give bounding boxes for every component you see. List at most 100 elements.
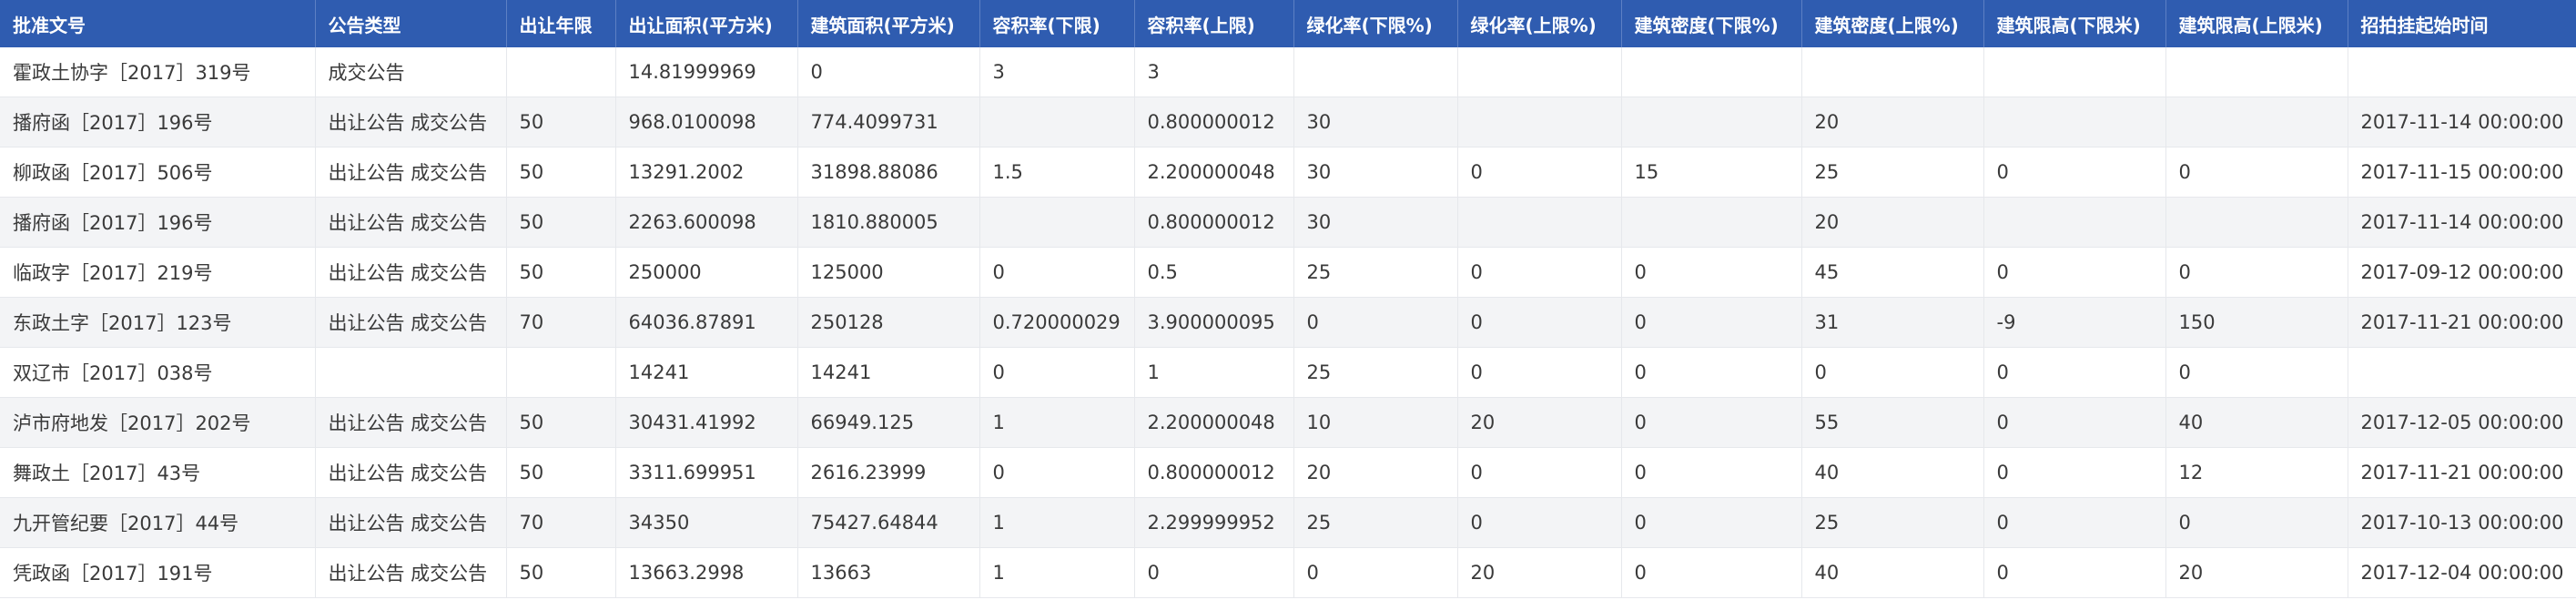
table-cell: 250128 — [797, 297, 980, 348]
table-cell: 64036.87891 — [615, 297, 798, 348]
table-cell: 出让公告 成交公告 — [315, 197, 507, 248]
table-cell: 0.800000012 — [1134, 447, 1294, 498]
column-header[interactable]: 建筑限高(下限米) — [1983, 0, 2166, 47]
table-cell — [1457, 197, 1622, 248]
table-cell: 2017-11-14 00:00:00 — [2348, 197, 2576, 248]
table-cell — [1983, 47, 2166, 97]
table-cell: 150 — [2165, 297, 2348, 348]
table-cell: 40 — [2165, 397, 2348, 448]
table-cell: 0 — [1983, 497, 2166, 548]
table-body: 霍政土协字［2017］319号 成交公告 14.81999969 0 3 3 播府函［201… — [0, 47, 2576, 598]
table-cell: 14241 — [615, 347, 798, 398]
table-row[interactable]: 泸市府地发［2017］202号 出让公告 成交公告 50 30431.41992 669… — [0, 397, 2576, 448]
table-cell: 774.4099731 — [797, 97, 980, 147]
table-cell: 0 — [797, 47, 980, 97]
table-cell: 40 — [1801, 547, 1984, 598]
table-header: 批准文号 公告类型 出让年限 出让面积(平方米) 建筑面积(平方米) 容积率(下限) 容积率… — [0, 0, 2576, 47]
column-header[interactable]: 出让年限 — [506, 0, 616, 47]
column-header[interactable]: 容积率(上限) — [1134, 0, 1294, 47]
table-cell: 50 — [506, 247, 616, 298]
table-cell: 70 — [506, 497, 616, 548]
column-header[interactable]: 容积率(下限) — [979, 0, 1135, 47]
table-cell: 25 — [1293, 247, 1458, 298]
table-cell: 0 — [1621, 497, 1802, 548]
table-cell: 柳政函［2017］506号 — [0, 147, 316, 198]
table-cell: 0 — [1621, 397, 1802, 448]
column-header[interactable]: 绿化率(上限%) — [1457, 0, 1622, 47]
column-header[interactable]: 建筑限高(上限米) — [2165, 0, 2348, 47]
table-cell: 0.800000012 — [1134, 97, 1294, 147]
table-row[interactable]: 柳政函［2017］506号 出让公告 成交公告 50 13291.2002 31898.… — [0, 147, 2576, 198]
column-header[interactable]: 建筑面积(平方米) — [797, 0, 980, 47]
table-cell: 2017-12-05 00:00:00 — [2348, 397, 2576, 448]
table-cell: 2017-11-15 00:00:00 — [2348, 147, 2576, 198]
column-header[interactable]: 建筑密度(上限%) — [1801, 0, 1984, 47]
table-row[interactable]: 东政土字［2017］123号 出让公告 成交公告 70 64036.87891 2501… — [0, 297, 2576, 348]
table-cell: 14.81999969 — [615, 47, 798, 97]
table-row[interactable]: 九开管纪要［2017］44号 出让公告 成交公告 70 34350 75427.6484… — [0, 497, 2576, 548]
table-cell: 45 — [1801, 247, 1984, 298]
table-cell: 0 — [1621, 247, 1802, 298]
table-row[interactable]: 播府函［2017］196号 出让公告 成交公告 50 968.0100098 774.4… — [0, 97, 2576, 147]
table-cell: 2017-10-13 00:00:00 — [2348, 497, 2576, 548]
column-header[interactable]: 招拍挂起始时间 — [2348, 0, 2576, 47]
table-cell: 泸市府地发［2017］202号 — [0, 397, 316, 448]
column-header[interactable]: 公告类型 — [315, 0, 507, 47]
table-row[interactable]: 双辽市［2017］038号 14241 14241 0 1 25 0 0 0 0 0 — [0, 347, 2576, 398]
table-cell: -9 — [1983, 297, 2166, 348]
table-cell: 50 — [506, 147, 616, 198]
table-cell — [979, 197, 1135, 248]
table-cell: 0 — [2165, 497, 2348, 548]
table-cell: 125000 — [797, 247, 980, 298]
table-cell: 30 — [1293, 197, 1458, 248]
table-cell: 2017-12-04 00:00:00 — [2348, 547, 2576, 598]
table-cell: 13291.2002 — [615, 147, 798, 198]
column-header[interactable]: 出让面积(平方米) — [615, 0, 798, 47]
table-cell: 2.200000048 — [1134, 147, 1294, 198]
table-cell: 东政土字［2017］123号 — [0, 297, 316, 348]
table-cell — [2348, 347, 2576, 398]
table-cell: 出让公告 成交公告 — [315, 447, 507, 498]
table-row[interactable]: 播府函［2017］196号 出让公告 成交公告 50 2263.600098 1810.… — [0, 197, 2576, 248]
column-header[interactable]: 绿化率(下限%) — [1293, 0, 1458, 47]
table-cell: 25 — [1293, 497, 1458, 548]
table-cell: 12 — [2165, 447, 2348, 498]
table-cell: 出让公告 成交公告 — [315, 147, 507, 198]
table-cell: 出让公告 成交公告 — [315, 247, 507, 298]
column-header[interactable]: 建筑密度(下限%) — [1621, 0, 1802, 47]
table-cell: 70 — [506, 297, 616, 348]
table-cell: 0 — [1983, 347, 2166, 398]
table-cell: 0 — [1457, 447, 1622, 498]
table-row[interactable]: 舞政土［2017］43号 出让公告 成交公告 50 3311.699951 2616.2… — [0, 447, 2576, 498]
table-row[interactable]: 凭政函［2017］191号 出让公告 成交公告 50 13663.2998 13663 1… — [0, 547, 2576, 598]
table-cell: 20 — [1801, 97, 1984, 147]
table-cell — [1801, 47, 1984, 97]
table-cell: 13663 — [797, 547, 980, 598]
table-cell: 霍政土协字［2017］319号 — [0, 47, 316, 97]
table-cell: 25 — [1293, 347, 1458, 398]
table-cell: 0 — [1983, 147, 2166, 198]
table-cell: 播府函［2017］196号 — [0, 97, 316, 147]
table-cell: 20 — [1801, 197, 1984, 248]
table-cell: 31 — [1801, 297, 1984, 348]
table-cell: 0 — [1457, 147, 1622, 198]
table-cell: 0 — [1983, 547, 2166, 598]
table-cell: 成交公告 — [315, 47, 507, 97]
table-cell: 舞政土［2017］43号 — [0, 447, 316, 498]
table-cell: 播府函［2017］196号 — [0, 197, 316, 248]
table-cell — [2165, 97, 2348, 147]
table-cell: 55 — [1801, 397, 1984, 448]
table-cell: 3311.699951 — [615, 447, 798, 498]
table-cell: 双辽市［2017］038号 — [0, 347, 316, 398]
table-cell: 1810.880005 — [797, 197, 980, 248]
table-cell: 20 — [1457, 547, 1622, 598]
table-cell: 0 — [1983, 447, 2166, 498]
table-row[interactable]: 霍政土协字［2017］319号 成交公告 14.81999969 0 3 3 — [0, 47, 2576, 97]
table-cell: 1 — [1134, 347, 1294, 398]
table-cell: 15 — [1621, 147, 1802, 198]
table-cell: 临政字［2017］219号 — [0, 247, 316, 298]
table-cell: 2.299999952 — [1134, 497, 1294, 548]
column-header[interactable]: 批准文号 — [0, 0, 316, 47]
table-cell: 出让公告 成交公告 — [315, 497, 507, 548]
table-row[interactable]: 临政字［2017］219号 出让公告 成交公告 50 250000 125000 0 0.5… — [0, 247, 2576, 298]
